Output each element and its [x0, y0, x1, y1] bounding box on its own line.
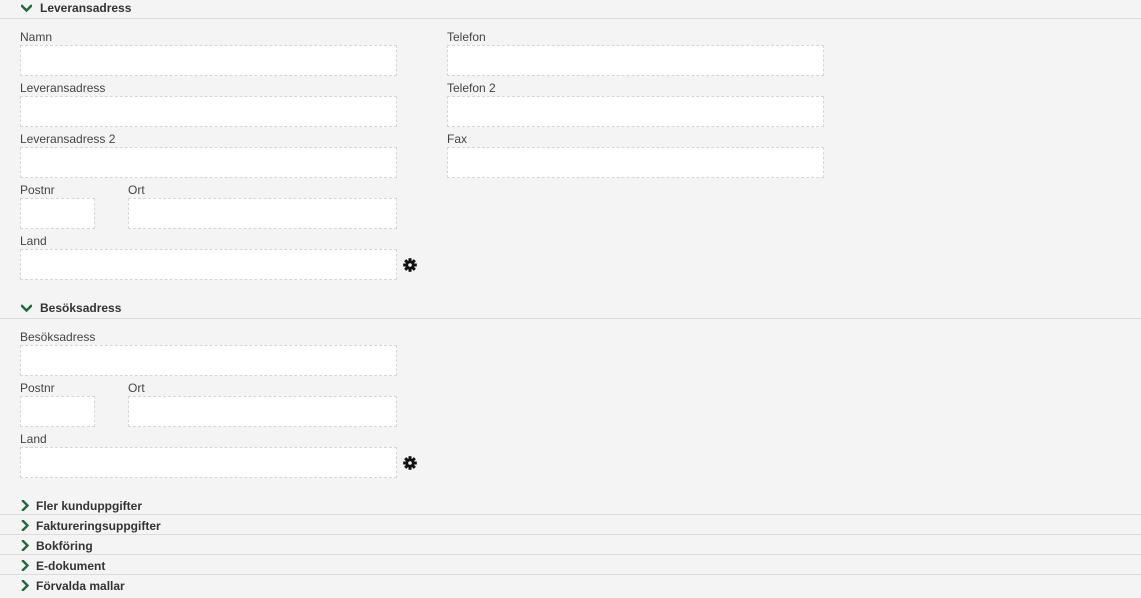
section-header-visit-address[interactable]: Besöksadress: [0, 300, 1141, 319]
country-label: Land: [20, 234, 47, 248]
section-header-delivery-address[interactable]: Leveransadress: [0, 0, 1141, 19]
section-title: Besöksadress: [40, 301, 122, 315]
gear-icon[interactable]: [403, 258, 417, 272]
section-title: Förvalda mallar: [36, 579, 125, 593]
section-title: Leveransadress: [40, 1, 132, 15]
visit-postnr-field[interactable]: [20, 396, 95, 427]
section-header-accounting[interactable]: Bokföring: [0, 535, 1141, 555]
delivery-address-label: Leveransadress: [20, 81, 106, 95]
chevron-right-icon: [21, 560, 30, 571]
section-title: Faktureringsuppgifter: [36, 519, 161, 533]
customer-form: Leveransadress Namn Telefon Leveransadre…: [0, 0, 1141, 598]
ort-label: Ort: [128, 183, 145, 197]
delivery-address2-label: Leveransadress 2: [20, 132, 116, 146]
section-title: E-dokument: [36, 559, 106, 573]
section-header-more-customer-info[interactable]: Fler kunduppgifter: [0, 495, 1141, 515]
postnr-field[interactable]: [20, 198, 95, 229]
chevron-right-icon: [21, 540, 30, 551]
visit-ort-label: Ort: [128, 381, 145, 395]
postnr-label: Postnr: [20, 183, 55, 197]
phone2-label: Telefon 2: [447, 81, 496, 95]
section-title: Fler kunduppgifter: [36, 499, 142, 513]
fax-field[interactable]: [447, 147, 824, 178]
phone-field[interactable]: [447, 45, 824, 76]
section-header-default-templates[interactable]: Förvalda mallar: [0, 575, 1141, 597]
name-label: Namn: [20, 30, 53, 44]
section-header-e-document[interactable]: E-dokument: [0, 555, 1141, 575]
delivery-address2-field[interactable]: [20, 147, 397, 178]
delivery-address-field[interactable]: [20, 96, 397, 127]
phone-label: Telefon: [447, 30, 486, 44]
name-field[interactable]: [20, 45, 397, 76]
chevron-right-icon: [21, 500, 30, 511]
section-header-billing-info[interactable]: Faktureringsuppgifter: [0, 515, 1141, 535]
ort-field[interactable]: [128, 198, 397, 229]
country-field[interactable]: [20, 249, 397, 280]
chevron-right-icon: [21, 520, 30, 531]
visit-address-field[interactable]: [20, 345, 397, 376]
chevron-down-icon: [21, 304, 32, 313]
fax-label: Fax: [447, 132, 468, 146]
gear-icon[interactable]: [403, 456, 417, 470]
visit-ort-field[interactable]: [128, 396, 397, 427]
visit-country-field[interactable]: [20, 447, 397, 478]
visit-country-label: Land: [20, 432, 47, 446]
visit-address-label: Besöksadress: [20, 330, 96, 344]
chevron-right-icon: [21, 580, 30, 591]
phone2-field[interactable]: [447, 96, 824, 127]
chevron-down-icon: [21, 4, 32, 13]
section-title: Bokföring: [36, 539, 93, 553]
visit-postnr-label: Postnr: [20, 381, 55, 395]
